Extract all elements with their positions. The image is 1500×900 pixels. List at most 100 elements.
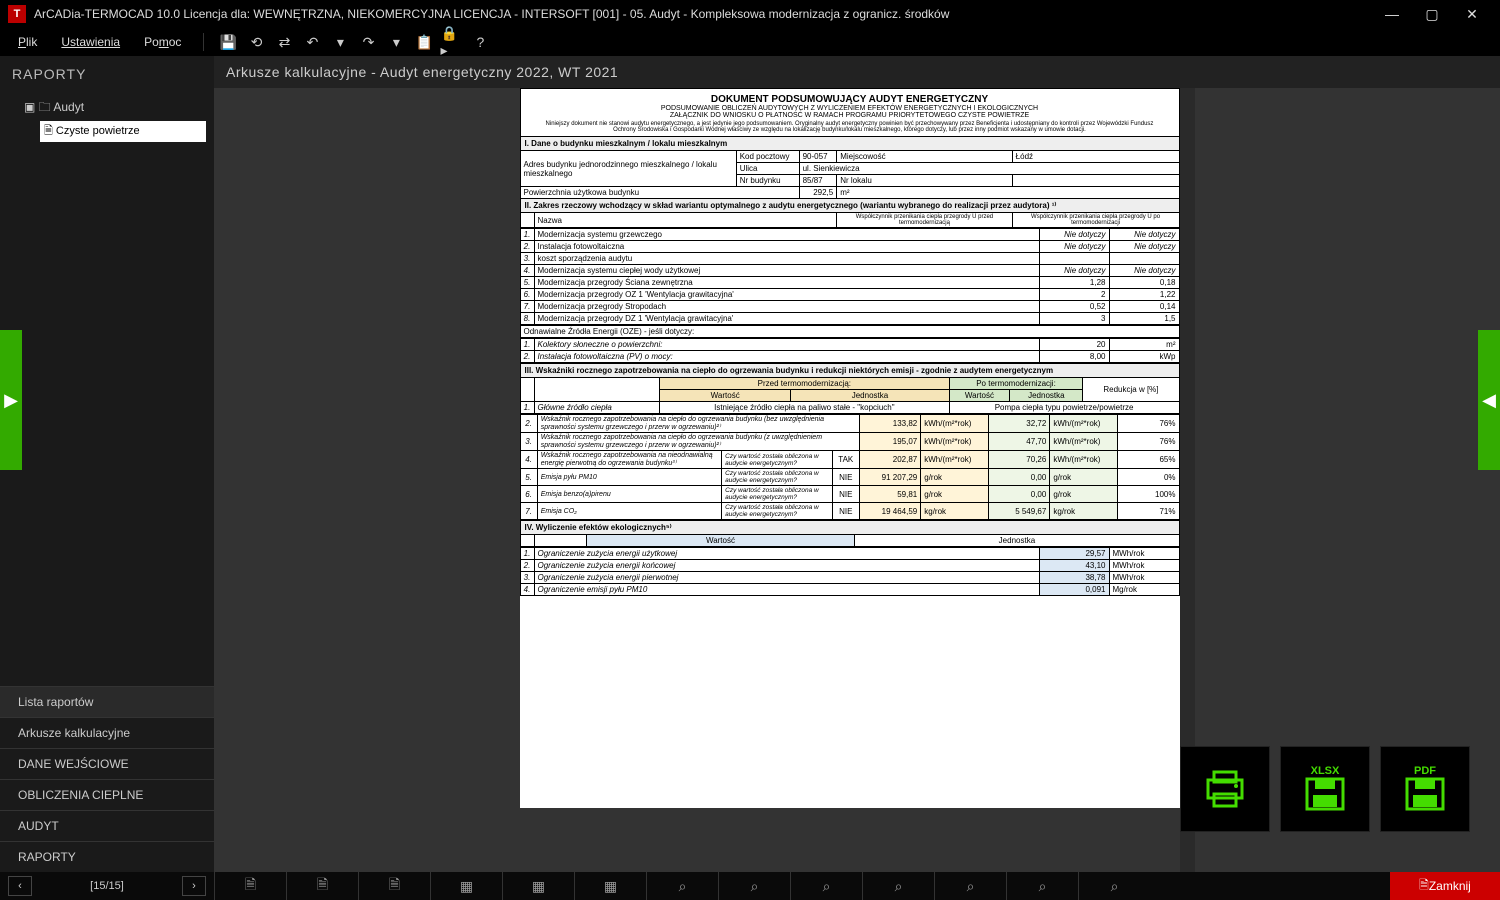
redo-dropdown-icon[interactable]: ▾ [384,30,408,54]
table-row-post [1109,253,1179,265]
footer-tool-7[interactable]: ⌕ [646,872,718,900]
footer-tool-1[interactable]: 🗎 [214,872,286,900]
menu-file[interactable]: Plik [8,31,47,53]
table-row-name: Modernizacja przegrody Ściana zewnętrzna [534,277,1039,289]
miej-label: Miejscowość [837,151,1012,163]
footer-tool-8[interactable]: ⌕ [718,872,790,900]
table-row-name: Modernizacja przegrody DZ 1 'Wentylacja … [534,313,1039,325]
table-row-pre: Nie dotyczy [1039,241,1109,253]
table-row-preval: 202,87 [859,451,920,469]
page-prev-button[interactable]: ‹ [8,876,32,896]
nav-audyt[interactable]: AUDYT [0,810,214,841]
nav-dane-wejsciowe[interactable]: DANE WEJŚCIOWE [0,748,214,779]
tree-leaf-czyste[interactable]: 🗎 Czyste powietrze [40,121,206,142]
prev-page-panel[interactable]: ▶ [0,330,22,470]
table-row-num: 2. [520,415,537,433]
page-next-button[interactable]: › [182,876,206,896]
table-row-preunit: kWh/(m²*rok) [921,415,989,433]
table-row-num: 2. [520,241,534,253]
sec3-post-unit-h: Jednostka [1010,390,1083,402]
table-row-preval: 59,81 [859,486,920,503]
maximize-button[interactable]: ▢ [1412,0,1452,28]
sec3-pre-val-h: Wartość [660,390,791,402]
table-row-preunit: g/rok [921,486,989,503]
sec3-post-val-h: Wartość [949,390,1010,402]
table-row-flag: NIE [832,486,859,503]
footer-tool-13[interactable]: ⌕ [1078,872,1150,900]
table-row-ask: Czy wartość została obliczona w audycie … [722,469,833,486]
help-icon[interactable]: ? [468,30,492,54]
export-pdf-button[interactable]: PDF [1380,746,1470,832]
table-row-val: 29,57 [1039,548,1109,560]
table-row-num: 2. [520,351,534,363]
footer-tool-9[interactable]: ⌕ [790,872,862,900]
footer-tool-12[interactable]: ⌕ [1006,872,1078,900]
address-label: Adres budynku jednorodzinnego mieszkalne… [520,151,736,187]
footer-tool-5[interactable]: ▦ [502,872,574,900]
table-row-postunit: g/rok [1050,486,1118,503]
table-row-name: Emisja benzo(a)pirenu [537,486,721,503]
tree-node-audyt[interactable]: ▣ 🗀 Audyt [8,96,206,121]
footer-tool-6[interactable]: ▦ [574,872,646,900]
export-xlsx-button[interactable]: XLSX [1280,746,1370,832]
table-row-preunit: kWh/(m²*rok) [921,451,989,469]
sidebar: RAPORTY ▣ 🗀 Audyt 🗎 Czyste powietrze Lis… [0,56,214,872]
sec4-unit-h: Jednostka [855,535,1179,547]
table-row-name: Wskaźnik rocznego zapotrzebowania na nie… [537,451,721,469]
report-tree: ▣ 🗀 Audyt 🗎 Czyste powietrze [0,92,214,686]
sec1-header: I. Dane o budynku mieszkalnym / lokalu m… [520,137,1179,151]
sec3-r1-name: Główne źródło ciepła [534,402,660,414]
table-row-name: Instalacja fotowoltaiczna (PV) o mocy: [534,351,1039,363]
redo-icon[interactable]: ↷ [356,30,380,54]
table-row-flag: NIE [832,503,859,520]
doc-title: DOKUMENT PODSUMOWUJĄCY AUDYT ENERGETYCZN… [524,90,1176,105]
footer-tool-10[interactable]: ⌕ [862,872,934,900]
menu-settings[interactable]: Ustawienia [51,31,130,53]
table-row-pre: 2 [1039,289,1109,301]
table-row-flag: TAK [832,451,859,469]
ulica-value: ul. Sienkiewicza [799,163,1179,175]
next-page-panel[interactable]: ◀ [1478,330,1500,470]
minimize-button[interactable]: — [1372,0,1412,28]
table-row-name: Wskaźnik rocznego zapotrzebowania na cie… [537,415,859,433]
lock-icon[interactable]: 🔒▸ [440,30,464,54]
table-row-num: 7. [520,503,537,520]
table-row-val: 38,78 [1039,572,1109,584]
footer-tool-11[interactable]: ⌕ [934,872,1006,900]
table-row-name: Emisja CO₂ [537,503,721,520]
table-row-unit: Mg/rok [1109,584,1179,596]
nav-raporty[interactable]: RAPORTY [0,841,214,872]
nrb-value: 85/87 [799,175,837,187]
table-row-name: Ograniczenie zużycia energii końcowej [534,560,1039,572]
sec2-col-upre: Współczynnik przenikania ciepła przegrod… [837,213,1012,228]
menu-help[interactable]: Pomoc [134,31,191,53]
sec4-val-h: Wartość [586,535,855,547]
refresh-icon[interactable]: ⟲ [244,30,268,54]
export-icon[interactable]: ⇄ [272,30,296,54]
table-row-name: Ograniczenie zużycia energii użytkowej [534,548,1039,560]
footer-tool-3[interactable]: 🗎 [358,872,430,900]
table-row-pre: 0,52 [1039,301,1109,313]
table-row-ask: Czy wartość została obliczona w audycie … [722,451,833,469]
undo-icon[interactable]: ↶ [300,30,324,54]
pow-label: Powierzchnia użytkowa budynku [520,187,799,199]
nav-arkusze[interactable]: Arkusze kalkulacyjne [0,717,214,748]
save-icon[interactable]: 💾 [216,30,240,54]
footer-tool-2[interactable]: 🗎 [286,872,358,900]
table-row-num: 1. [520,229,534,241]
nav-lista-raportow[interactable]: Lista raportów [0,686,214,717]
footer-tool-4[interactable]: ▦ [430,872,502,900]
titlebar: T ArCADia-TERMOCAD 10.0 Licencja dla: WE… [0,0,1500,28]
sec4-header: IV. Wyliczenie efektów ekologicznych⁵⁾ [520,521,1179,535]
undo-dropdown-icon[interactable]: ▾ [328,30,352,54]
table-row-name: koszt sporządzenia audytu [534,253,1039,265]
close-button[interactable]: ✕ [1452,0,1492,28]
nav-obliczenia[interactable]: OBLICZENIA CIEPLNE [0,779,214,810]
print-button[interactable] [1180,746,1270,832]
doc-sub1: PODSUMOWANIE OBLICZEŃ AUDYTOWYCH Z WYLIC… [524,105,1176,112]
clipboard-icon[interactable]: 📋 [412,30,436,54]
close-panel-button[interactable]: 🗎 Zamknij [1390,872,1500,900]
table-row-num: 5. [520,469,537,486]
ulica-label: Ulica [736,163,799,175]
doc-sub2: ZAŁĄCZNIK DO WNIOSKU O PŁATNOŚĆ W RAMACH… [524,112,1176,119]
